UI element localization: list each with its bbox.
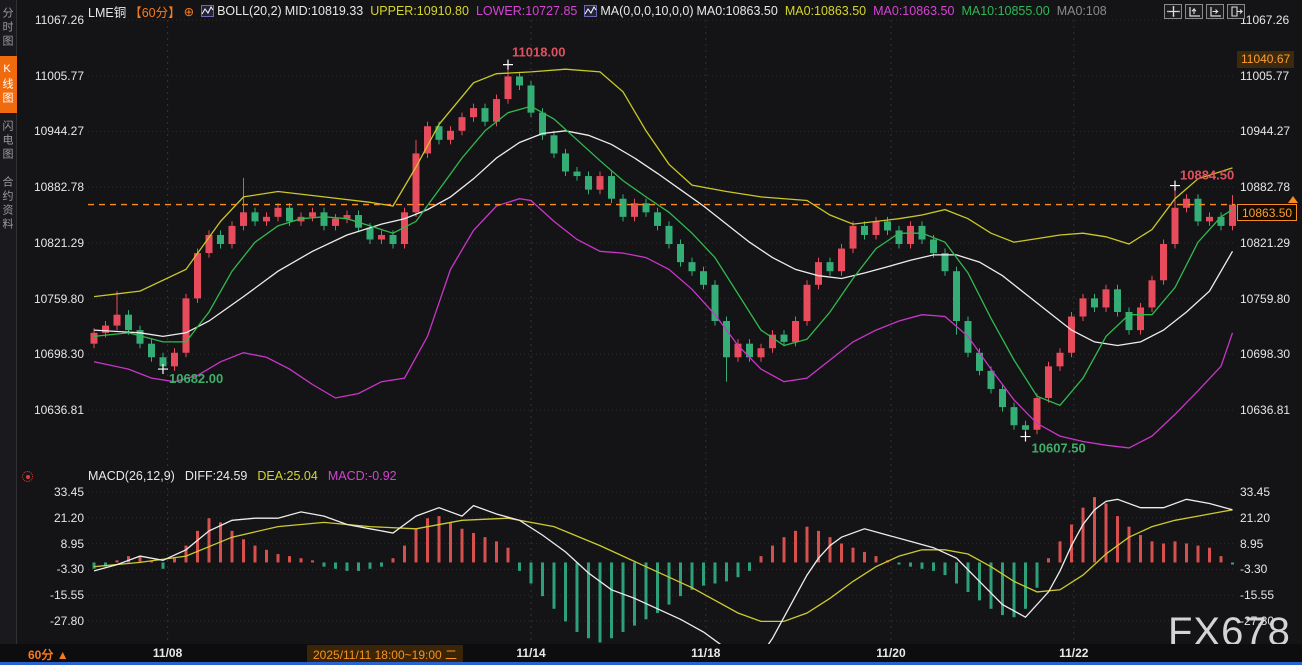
sidebar-item-contract-info[interactable]: 合约资料	[0, 169, 17, 239]
svg-text:11018.00: 11018.00	[512, 45, 566, 60]
price-tick-label: 10698.30	[20, 347, 84, 361]
boll-lower-value: LOWER:10727.85	[476, 4, 577, 18]
trading-terminal-window: 分时图 K线图 闪电图 合约资料 LME铜 【60分】 ⊕ BOLL(20,2)…	[0, 0, 1302, 665]
ma-indicator-icon[interactable]	[584, 5, 597, 17]
ma0-gray-value: MA0:108	[1057, 4, 1107, 18]
ma10-green-value: MA10:10855.00	[961, 4, 1049, 18]
session-high-badge: 11040.67	[1237, 51, 1294, 68]
date-tick-label: 11/20	[869, 646, 913, 660]
macd-label: MACD(26,12,9)	[88, 469, 175, 483]
date-tick-label: 11/22	[1052, 646, 1096, 660]
boll-label: BOLL(20,2)	[217, 4, 282, 18]
date-tick-label: 11/08	[146, 646, 190, 660]
macd-header: MACD(26,12,9) DIFF:24.59 DEA:25.04 MACD:…	[88, 469, 397, 483]
chart-mode-sidebar: 分时图 K线图 闪电图 合约资料	[0, 0, 17, 662]
boll-indicator-icon[interactable]	[201, 5, 214, 17]
chart-toolbar	[1164, 4, 1245, 19]
price-tick-label: -15.55	[20, 588, 84, 602]
compare-icon[interactable]: ⊕	[184, 4, 194, 19]
last-price-arrow-icon	[1288, 196, 1298, 203]
svg-text:10682.00: 10682.00	[169, 371, 223, 386]
sidebar-item-time-chart[interactable]: 分时图	[0, 0, 17, 56]
period-label[interactable]: 【60分】	[129, 2, 180, 21]
time-axis-bar: 60分 ▲ 11/0811/1411/1811/2011/22 2025/11/…	[0, 644, 1302, 662]
sidebar-item-kline-chart[interactable]: K线图	[0, 56, 17, 113]
price-tick-label: -27.80	[20, 614, 84, 628]
price-tick-label: 10759.80	[20, 292, 84, 306]
zoom-in-axis-icon[interactable]	[1185, 4, 1203, 19]
indicator-header: LME铜 【60分】 ⊕ BOLL(20,2) MID:10819.33 UPP…	[88, 3, 1107, 19]
sidebar-item-lightning-chart[interactable]: 闪电图	[0, 113, 17, 169]
macd-settings-icon[interactable]	[22, 471, 33, 482]
price-tick-label: 10636.81	[20, 403, 84, 417]
pan-crosshair-icon[interactable]	[1164, 4, 1182, 19]
macd-hist-value: MACD:-0.92	[328, 469, 397, 483]
price-tick-label: 11005.77	[20, 69, 84, 83]
svg-text:10607.50: 10607.50	[1032, 441, 1086, 456]
symbol-name: LME铜	[88, 2, 126, 21]
price-tick-label: 33.45	[20, 485, 84, 499]
price-tick-label: 21.20	[20, 511, 84, 525]
macd-dea-value: DEA:25.04	[257, 469, 317, 483]
zoom-out-axis-icon[interactable]	[1206, 4, 1224, 19]
price-tick-label: 11067.26	[20, 13, 84, 27]
date-tick-label: 11/14	[509, 646, 553, 660]
period-selector[interactable]: 60分 ▲	[28, 646, 69, 663]
ma0-yellow-value: MA0:10863.50	[785, 4, 866, 18]
ma0-magenta-value: MA0:10863.50	[873, 4, 954, 18]
svg-text:10884.50: 10884.50	[1180, 168, 1234, 183]
macd-diff-value: DIFF:24.59	[185, 469, 248, 483]
price-tick-label: 10882.78	[20, 180, 84, 194]
ma-params-label: MA(0,0,0,10,0,0)	[600, 4, 693, 18]
chart-canvas[interactable]: 10682.00 11018.00 10607.50 10884.50	[88, 0, 1302, 662]
last-price-badge: 10863.50	[1237, 204, 1297, 221]
price-tick-label: 10821.29	[20, 236, 84, 250]
boll-mid-value: MID:10819.33	[285, 4, 364, 18]
price-tick-label: -3.30	[20, 562, 84, 576]
exit-fullscreen-icon[interactable]	[1227, 4, 1245, 19]
ma0-white-value: MA0:10863.50	[697, 4, 778, 18]
period-dropdown-arrow-icon: ▲	[57, 648, 69, 662]
price-tick-label: 8.95	[20, 537, 84, 551]
date-tick-label: 11/18	[684, 646, 728, 660]
price-tick-label: 10944.27	[20, 124, 84, 138]
boll-upper-value: UPPER:10910.80	[370, 4, 469, 18]
